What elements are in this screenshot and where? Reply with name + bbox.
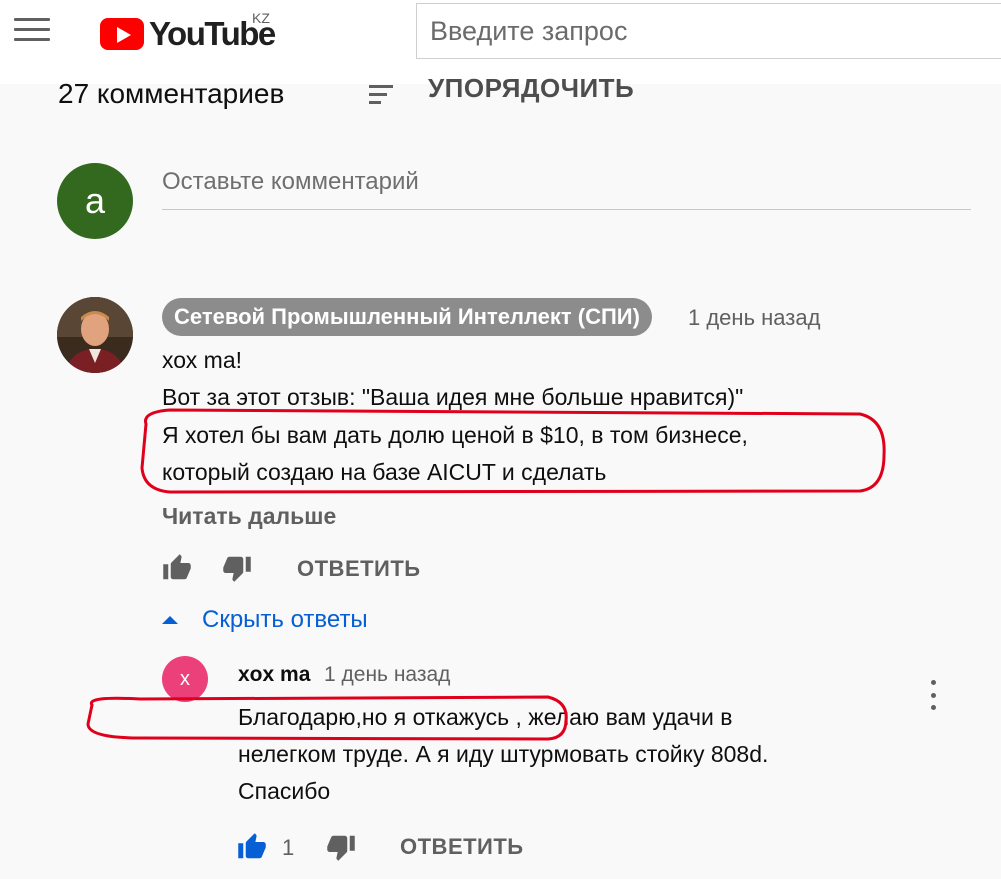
sort-icon[interactable] bbox=[369, 85, 393, 105]
reply-author-name[interactable]: xox ma bbox=[238, 663, 310, 687]
read-more-link[interactable]: Читать дальше bbox=[162, 503, 336, 530]
comment-count: 27 комментариев bbox=[58, 78, 285, 109]
author-avatar[interactable] bbox=[57, 297, 133, 373]
sort-button[interactable]: УПОРЯДОЧИТЬ bbox=[428, 73, 634, 104]
author-name[interactable]: Сетевой Промышленный Интеллект (СПИ) bbox=[162, 298, 652, 336]
hide-replies-button[interactable]: Скрыть ответы bbox=[162, 606, 368, 634]
play-logo-icon bbox=[100, 18, 144, 50]
more-actions-icon[interactable] bbox=[924, 680, 942, 710]
country-code: KZ bbox=[252, 10, 270, 26]
my-avatar: a bbox=[57, 163, 133, 239]
reply-button[interactable]: ОТВЕТИТЬ bbox=[297, 556, 421, 582]
reply-author-avatar[interactable]: x bbox=[162, 656, 208, 702]
caret-up-icon bbox=[162, 616, 178, 624]
like-icon[interactable] bbox=[162, 553, 192, 583]
menu-icon[interactable] bbox=[14, 18, 50, 48]
youtube-logo[interactable]: YouTube bbox=[100, 14, 276, 54]
comment-time[interactable]: 1 день назад bbox=[688, 305, 820, 331]
dislike-icon[interactable] bbox=[326, 832, 356, 862]
comment-line-3: Я хотел бы вам дать долю ценой в $10, в … bbox=[162, 422, 748, 448]
comment-line-1: хох ma! bbox=[162, 347, 243, 373]
reply-button[interactable]: ОТВЕТИТЬ bbox=[400, 834, 524, 860]
reply-line-3: Спасибо bbox=[238, 778, 331, 804]
like-count: 1 bbox=[282, 835, 295, 860]
like-icon-active[interactable] bbox=[237, 832, 267, 862]
add-comment-input[interactable]: Оставьте комментарий bbox=[162, 168, 419, 196]
comment-line-4: который создаю на базе AICUT и сделать bbox=[162, 459, 607, 485]
reply-line-2: нелегком труде. А я иду штурмовать стойк… bbox=[238, 741, 769, 767]
comment-line-2: Вот за этот отзыв: "Ваша идея мне больше… bbox=[162, 384, 744, 410]
reply-time[interactable]: 1 день назад bbox=[324, 663, 450, 687]
dislike-icon[interactable] bbox=[222, 553, 252, 583]
reply-line-1: Благодарю,но я откажусь , желаю вам удач… bbox=[238, 704, 733, 730]
add-comment-underline bbox=[162, 209, 971, 210]
search-placeholder: Введите запрос bbox=[430, 15, 628, 46]
search-input[interactable]: Введите запрос bbox=[416, 3, 1001, 59]
author-photo-icon bbox=[57, 297, 133, 373]
hide-replies-label: Скрыть ответы bbox=[202, 606, 368, 633]
